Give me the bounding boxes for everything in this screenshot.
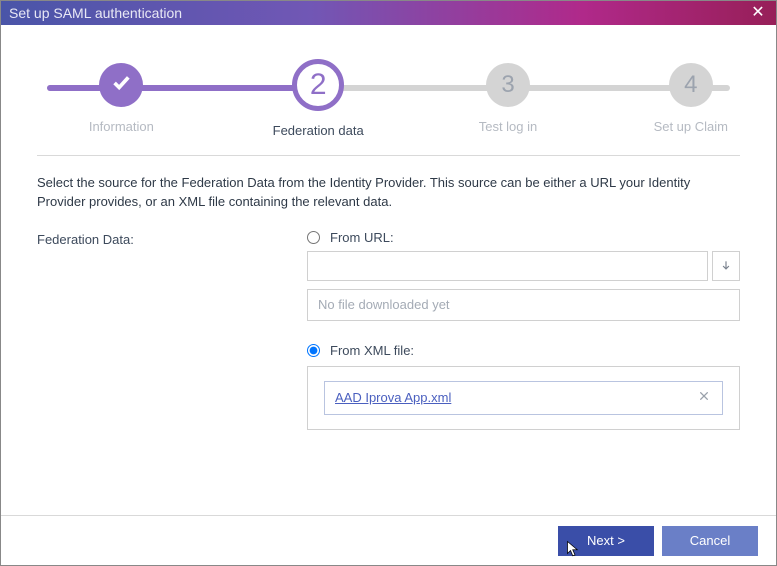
url-input-row — [307, 251, 740, 281]
from-url-label: From URL: — [330, 230, 394, 245]
url-input[interactable] — [307, 251, 708, 281]
step-label: Set up Claim — [631, 119, 751, 134]
divider — [37, 155, 740, 156]
step-federation-data: 2 Federation data — [258, 63, 378, 138]
step-test-login: 3 Test log in — [448, 63, 568, 134]
remove-file-button[interactable] — [696, 388, 712, 407]
dialog-footer: Next > Cancel — [1, 515, 776, 565]
xml-file-link[interactable]: AAD Iprova App.xml — [335, 390, 451, 405]
titlebar: Set up SAML authentication ✕ — [1, 1, 776, 25]
download-icon — [719, 259, 733, 273]
step-number: 2 — [292, 59, 344, 111]
federation-data-label: Federation Data: — [37, 230, 307, 247]
from-xml-label: From XML file: — [330, 343, 414, 358]
xml-file-block: AAD Iprova App.xml — [307, 366, 740, 430]
remove-icon — [696, 388, 712, 404]
federation-data-options: From URL: No file downloaded yet From XM… — [307, 230, 740, 430]
dialog-content: Information 2 Federation data 3 Test log… — [1, 25, 776, 430]
saml-setup-dialog: Set up SAML authentication ✕ Information… — [0, 0, 777, 566]
close-icon[interactable]: ✕ — [748, 1, 768, 25]
cancel-button[interactable]: Cancel — [662, 526, 758, 556]
from-url-radio[interactable] — [307, 231, 320, 244]
step-label: Test log in — [448, 119, 568, 134]
from-url-option[interactable]: From URL: — [307, 230, 740, 245]
next-button[interactable]: Next > — [558, 526, 654, 556]
xml-file-chip: AAD Iprova App.xml — [324, 381, 723, 415]
from-xml-option[interactable]: From XML file: — [307, 343, 740, 358]
federation-data-row: Federation Data: From URL: No file downl… — [37, 230, 740, 430]
download-button[interactable] — [712, 251, 740, 281]
url-status: No file downloaded yet — [307, 289, 740, 321]
wizard-steps: Information 2 Federation data 3 Test log… — [37, 63, 740, 133]
step-label: Federation data — [258, 123, 378, 138]
instruction-text: Select the source for the Federation Dat… — [37, 174, 740, 212]
window-title: Set up SAML authentication — [9, 1, 182, 25]
step-setup-claim: 4 Set up Claim — [631, 63, 751, 134]
check-icon — [99, 63, 143, 107]
step-label: Information — [61, 119, 181, 134]
step-number: 3 — [486, 63, 530, 107]
from-xml-radio[interactable] — [307, 344, 320, 357]
step-number: 4 — [669, 63, 713, 107]
step-information: Information — [61, 63, 181, 134]
